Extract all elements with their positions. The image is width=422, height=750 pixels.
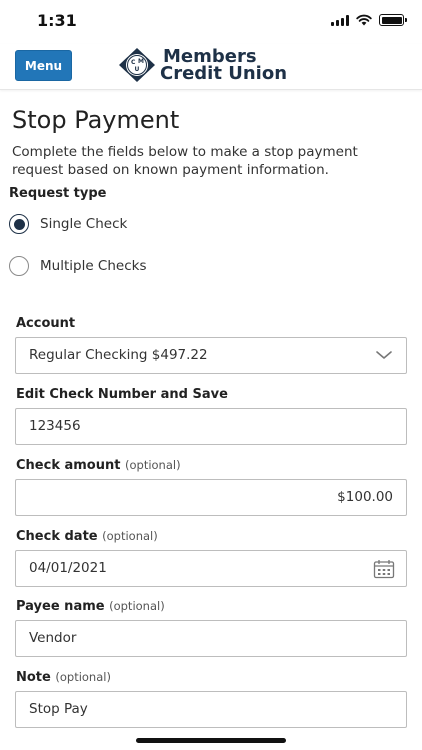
home-indicator[interactable] xyxy=(136,738,286,743)
account-select-value: Regular Checking $497.22 xyxy=(29,347,208,363)
check-date-label-text: Check date xyxy=(16,529,98,544)
payee-name-input[interactable]: Vendor xyxy=(15,620,407,657)
logo-text: Members Credit Union xyxy=(160,48,288,84)
logo-monogram-u: U xyxy=(135,66,140,73)
note-label: Note (optional) xyxy=(16,670,111,685)
check-amount-input[interactable]: $100.00 xyxy=(15,479,407,516)
radio-multiple-checks[interactable]: Multiple Checks xyxy=(9,256,146,276)
logo-line2: Credit Union xyxy=(160,63,288,84)
chevron-down-icon xyxy=(376,351,392,359)
check-amount-value: $100.00 xyxy=(337,489,393,505)
radio-single-check-indicator[interactable] xyxy=(9,214,29,234)
logo-monogram-m: M xyxy=(138,58,144,65)
note-label-text: Note xyxy=(16,670,51,685)
radio-single-check-label: Single Check xyxy=(40,216,128,232)
check-date-value: 04/01/2021 xyxy=(29,560,107,576)
status-bar: 1:31 xyxy=(0,0,422,44)
battery-icon xyxy=(379,14,407,26)
app-header: Menu C M U Members Credit Union xyxy=(0,44,422,90)
check-amount-label: Check amount (optional) xyxy=(16,458,181,473)
credit-union-logo-icon: C M U xyxy=(119,48,155,82)
note-input[interactable]: Stop Pay xyxy=(15,691,407,728)
page-description: Complete the fields below to make a stop… xyxy=(12,144,358,178)
menu-button[interactable]: Menu xyxy=(15,50,72,81)
radio-single-check[interactable]: Single Check xyxy=(9,214,127,234)
check-number-label: Edit Check Number and Save xyxy=(16,387,228,402)
check-amount-label-text: Check amount xyxy=(16,458,121,473)
note-value: Stop Pay xyxy=(29,701,88,717)
payee-name-value: Vendor xyxy=(29,630,77,646)
wifi-icon xyxy=(356,14,372,26)
payee-name-label: Payee name (optional) xyxy=(16,599,165,614)
radio-multiple-checks-indicator[interactable] xyxy=(9,256,29,276)
logo-monogram-c: C xyxy=(131,59,136,66)
note-optional: (optional) xyxy=(55,670,111,684)
status-icons xyxy=(331,14,407,26)
check-date-label: Check date (optional) xyxy=(16,529,158,544)
calendar-icon[interactable] xyxy=(373,559,395,579)
status-time: 1:31 xyxy=(37,11,77,30)
payee-name-label-text: Payee name xyxy=(16,599,105,614)
check-number-input[interactable]: 123456 xyxy=(15,408,407,445)
check-number-value: 123456 xyxy=(29,418,81,434)
account-label-text: Account xyxy=(16,316,76,331)
logo[interactable]: C M U Members Credit Union xyxy=(118,47,287,83)
payee-name-optional: (optional) xyxy=(109,599,165,613)
radio-multiple-checks-label: Multiple Checks xyxy=(40,258,147,274)
cellular-signal-icon xyxy=(331,14,349,26)
account-label: Account xyxy=(16,316,75,331)
check-date-optional: (optional) xyxy=(102,529,158,543)
check-number-label-text: Edit Check Number and Save xyxy=(16,387,228,402)
request-type-label: Request type xyxy=(9,186,107,201)
account-select[interactable]: Regular Checking $497.22 xyxy=(15,337,407,374)
check-date-input[interactable]: 04/01/2021 xyxy=(15,550,407,587)
page-title: Stop Payment xyxy=(12,106,180,134)
check-amount-optional: (optional) xyxy=(125,458,181,472)
